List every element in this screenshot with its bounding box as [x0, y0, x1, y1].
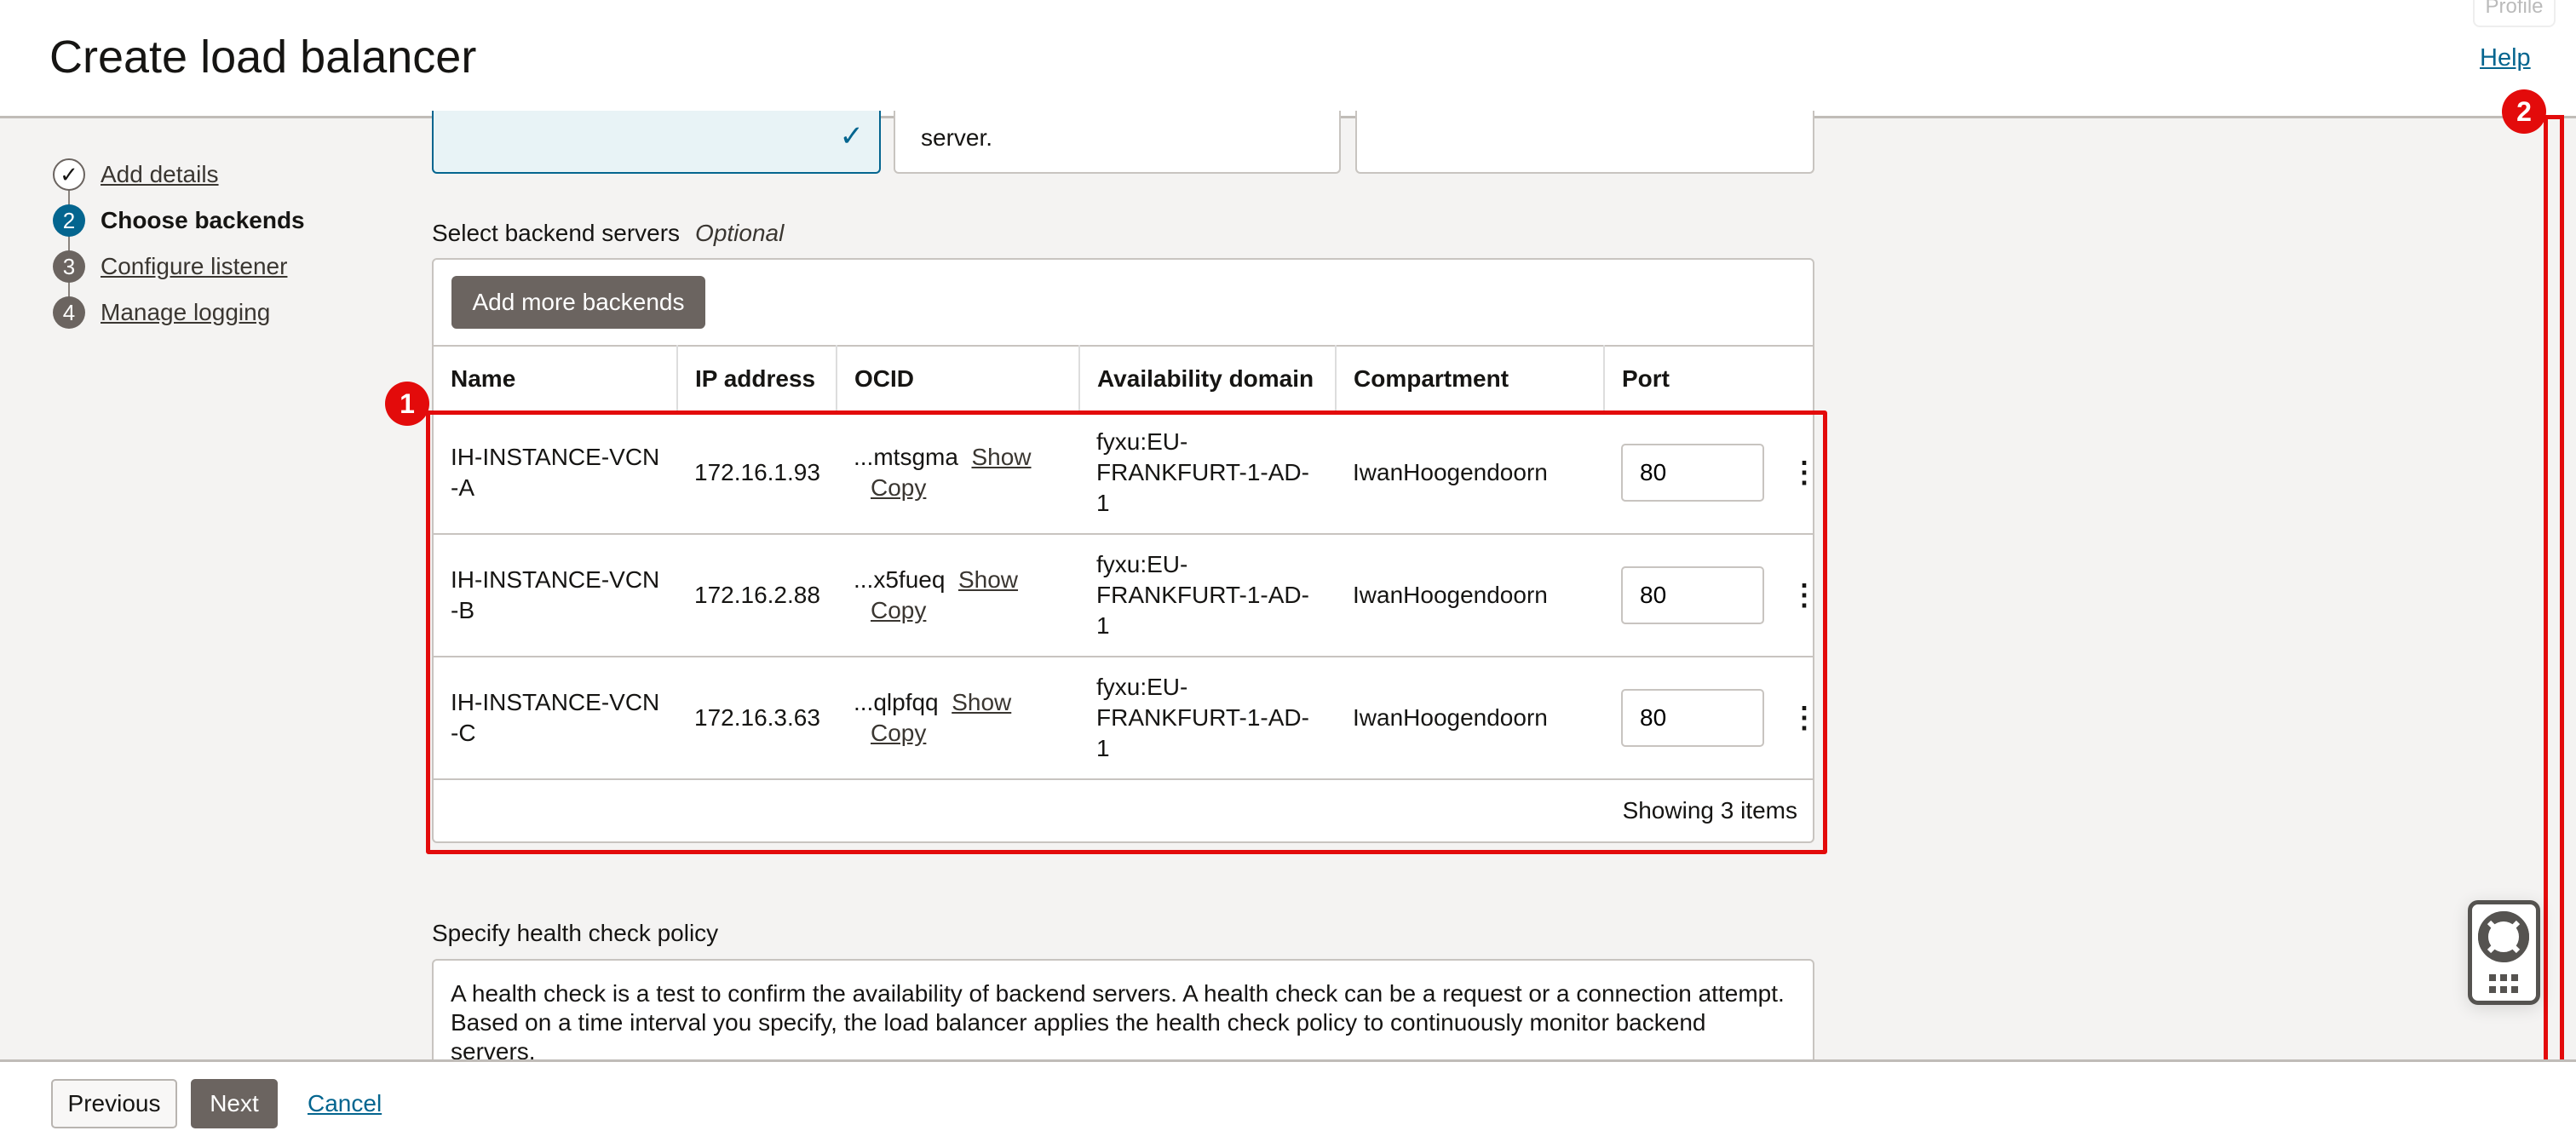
health-check-label: Specify health check policy — [432, 920, 719, 946]
help-link[interactable]: Help — [2480, 44, 2531, 72]
col-ocid: OCID — [837, 345, 1080, 412]
col-compartment: Compartment — [1336, 345, 1605, 412]
add-more-backends-button[interactable]: Add more backends — [451, 276, 705, 329]
check-icon: ✓ — [839, 120, 865, 152]
lifebuoy-icon — [2478, 911, 2529, 993]
step-number: 2 — [53, 204, 85, 237]
wizard-footer — [0, 1059, 2576, 1148]
card-text: server. — [921, 124, 993, 151]
check-icon: ✓ — [53, 158, 85, 191]
step-choose-backends[interactable]: 2 Choose backends — [53, 204, 305, 238]
annotation-badge: 2 — [2502, 89, 2546, 134]
step-number: 4 — [53, 296, 85, 329]
annotation-scrollbar-box — [2544, 115, 2564, 1093]
step-manage-logging[interactable]: 4 Manage logging — [53, 296, 270, 330]
step-add-details[interactable]: ✓ Add details — [53, 158, 219, 192]
annotation-badge: 1 — [385, 382, 429, 426]
option-card[interactable]: server. — [894, 111, 1341, 174]
col-port: Port — [1604, 345, 1813, 412]
step-label: Choose backends — [101, 207, 305, 233]
step-label: Manage logging — [101, 299, 271, 325]
annotation-box — [426, 410, 1827, 854]
cancel-link[interactable]: Cancel — [308, 1090, 382, 1117]
option-card[interactable] — [1355, 111, 1814, 174]
step-label: Add details — [101, 161, 219, 187]
previous-button[interactable]: Previous — [51, 1079, 177, 1128]
col-ad: Availability domain — [1079, 345, 1337, 412]
col-name: Name — [434, 345, 678, 412]
selected-option-card[interactable]: ✓ — [432, 111, 881, 174]
page-title: Create load balancer — [49, 32, 477, 83]
step-number: 3 — [53, 250, 85, 283]
optional-label: Optional — [695, 220, 785, 246]
col-ip: IP address — [677, 345, 837, 412]
step-label: Configure listener — [101, 253, 288, 279]
health-check-description: A health check is a test to confirm the … — [451, 980, 1785, 1065]
label-text: Select backend servers — [432, 220, 681, 246]
section-label: Select backend servers Optional — [432, 220, 784, 247]
profile-button[interactable]: Profile — [2473, 0, 2556, 27]
help-widget-button[interactable] — [2468, 900, 2540, 1005]
step-configure-listener[interactable]: 3 Configure listener — [53, 250, 287, 284]
next-button[interactable]: Next — [191, 1079, 278, 1128]
grid-icon — [2489, 974, 2518, 993]
